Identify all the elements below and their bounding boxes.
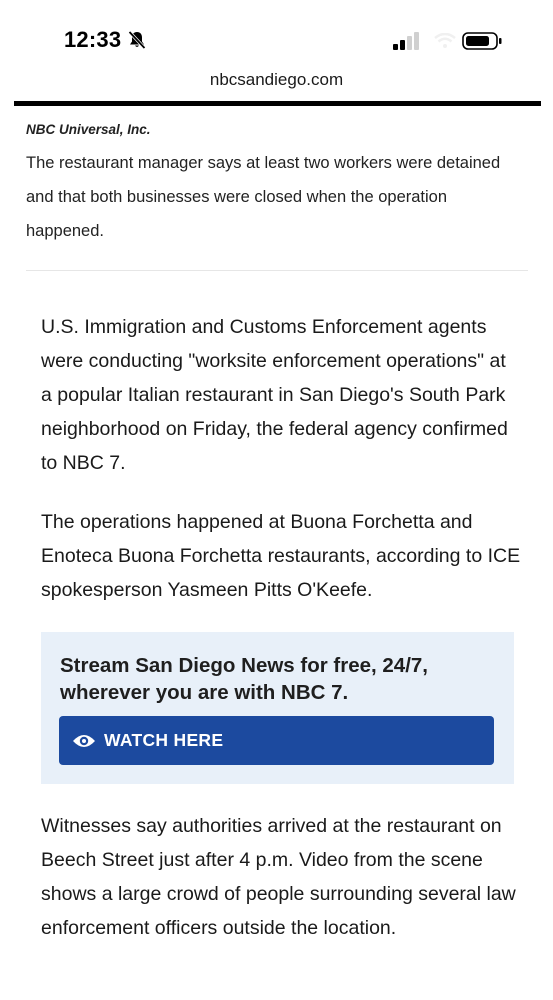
- article-paragraph: Witnesses say authorities arrived at the…: [41, 815, 516, 939]
- stream-promo: Stream San Diego News for free, 24/7, wh…: [41, 632, 514, 784]
- signal-icon: [393, 32, 419, 50]
- eye-icon: [73, 734, 95, 747]
- bell-slash-icon: [128, 30, 146, 50]
- video-caption: The restaurant manager says at least two…: [26, 154, 501, 240]
- article-paragraph: The operations happened at Buona Forchet…: [41, 511, 521, 601]
- status-time: 12:33: [64, 27, 122, 52]
- divider: [26, 270, 528, 271]
- watch-here-label: WATCH HERE: [104, 730, 224, 750]
- battery-icon: [462, 32, 502, 50]
- status-bar: 12:33: [0, 0, 553, 62]
- photo-credit: NBC Universal, Inc.: [26, 122, 151, 137]
- article-paragraph: U.S. Immigration and Customs Enforcement…: [41, 316, 508, 474]
- top-rule: [14, 101, 541, 106]
- wifi-icon: [434, 33, 456, 48]
- url-bar[interactable]: nbcsandiego.com: [0, 70, 553, 90]
- promo-title: Stream San Diego News for free, 24/7, wh…: [60, 654, 428, 704]
- watch-here-button[interactable]: WATCH HERE: [59, 716, 494, 765]
